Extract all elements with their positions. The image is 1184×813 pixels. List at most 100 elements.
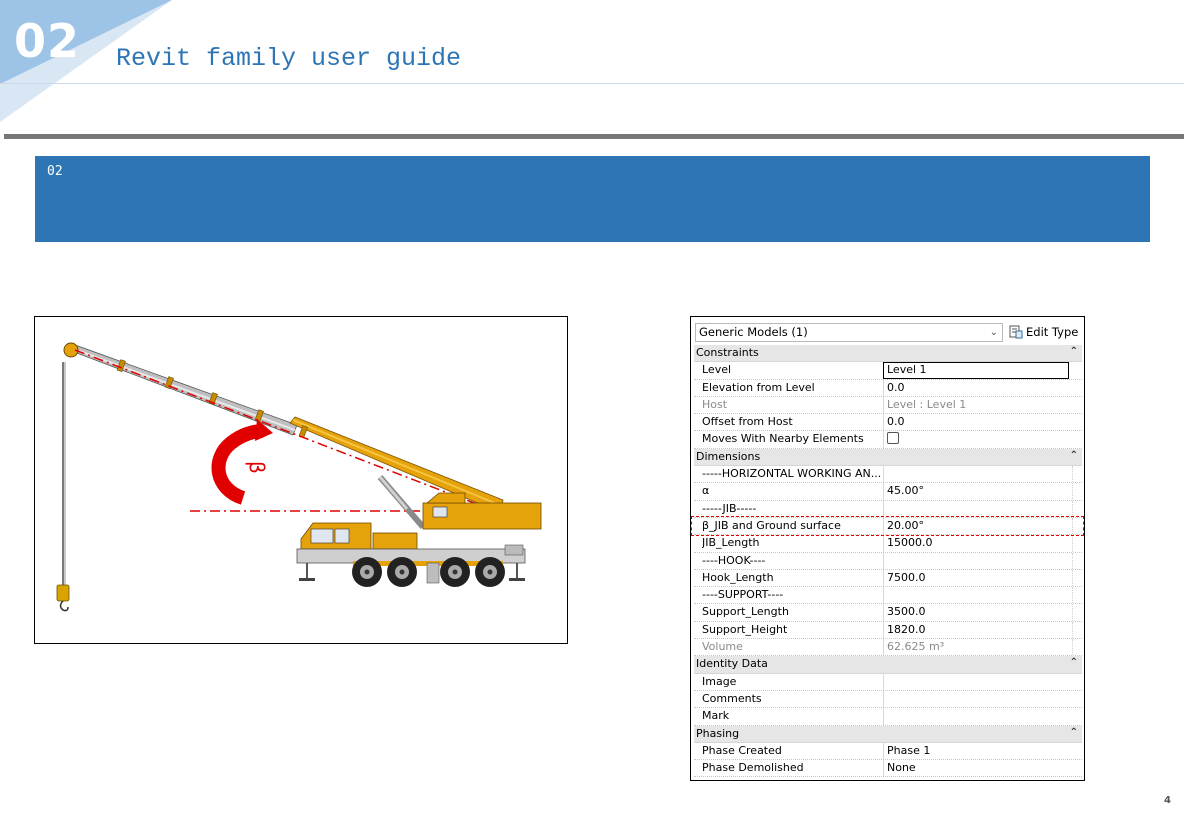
property-name: Comments (702, 691, 762, 705)
associate-parameter-button[interactable] (1072, 587, 1080, 604)
page-title: Revit family user guide (116, 44, 462, 73)
type-selector-value: Generic Models (1) (699, 325, 808, 339)
property-name: α (702, 484, 710, 498)
property-name: Elevation from Level (702, 380, 815, 394)
property-name: β_JIB and Ground surface (702, 518, 841, 532)
property-row-jib-length[interactable]: JIB_Length 15000.0 (694, 535, 1082, 553)
associate-parameter-button[interactable] (1072, 621, 1080, 639)
collapse-icon[interactable]: ⌃ (1070, 346, 1078, 357)
property-row-image[interactable]: Image (694, 673, 1082, 691)
property-name: Hook_Length (702, 570, 774, 584)
edit-type-label: Edit Type (1026, 325, 1079, 339)
property-name: Support_Height (702, 622, 788, 636)
associate-parameter-button[interactable] (1072, 639, 1080, 656)
property-row-comments[interactable]: Comments (694, 690, 1082, 709)
property-name: Mark (702, 709, 730, 723)
property-name: Level (702, 363, 732, 377)
property-value[interactable]: 20.00° (883, 517, 1069, 535)
property-value[interactable]: 0.0 (883, 379, 1069, 396)
property-row-host: Host Level : Level 1 (694, 396, 1082, 415)
header-divider (0, 83, 1184, 84)
property-row-phase-created[interactable]: Phase Created Phase 1 (694, 742, 1082, 761)
property-value[interactable]: 7500.0 (883, 569, 1069, 587)
property-row-jib-separator[interactable]: -----JIB----- (694, 500, 1082, 518)
associate-parameter-button[interactable] (1072, 604, 1080, 621)
property-row-alpha[interactable]: α 45.00° (694, 483, 1082, 501)
group-constraints[interactable]: Constraints ⌃ (694, 345, 1082, 363)
property-name: JIB_Length (702, 536, 760, 550)
property-value (883, 431, 1069, 448)
mobile-crane-illustration: β (56, 342, 542, 612)
property-value[interactable] (883, 466, 1069, 483)
edit-type-button[interactable]: Edit Type (1009, 323, 1079, 342)
associate-parameter-button[interactable] (1072, 483, 1080, 500)
property-value[interactable]: 3500.0 (883, 604, 1069, 621)
property-row-phase-demolished[interactable]: Phase Demolished None (694, 760, 1082, 778)
property-name: Support_Length (702, 605, 789, 619)
section-banner: 02 (35, 156, 1150, 242)
property-value: 62.625 m³ (883, 639, 1069, 656)
property-row-hook-separator[interactable]: ----HOOK---- (694, 552, 1082, 570)
property-value[interactable]: Phase 1 (883, 742, 1069, 760)
property-value[interactable] (883, 500, 1069, 517)
associate-parameter-button[interactable] (1072, 535, 1080, 552)
group-label: Phasing (696, 726, 740, 740)
property-row-elevation[interactable]: Elevation from Level 0.0 (694, 379, 1082, 397)
property-name: Image (702, 674, 737, 688)
property-row-support-height[interactable]: Support_Height 1820.0 (694, 621, 1082, 640)
property-row-horizontal-working-angle[interactable]: -----HORIZONTAL WORKING AN... (694, 466, 1082, 484)
header-rule (4, 134, 1184, 139)
property-value-input[interactable]: Level 1 (883, 362, 1069, 379)
associate-parameter-button[interactable] (1072, 569, 1080, 587)
property-name: ----SUPPORT---- (702, 588, 784, 602)
property-name: Volume (702, 640, 743, 654)
property-row-support-separator[interactable]: ----SUPPORT---- (694, 587, 1082, 605)
property-row-mark[interactable]: Mark (694, 708, 1082, 726)
group-identity-data[interactable]: Identity Data ⌃ (694, 656, 1082, 674)
type-selector[interactable]: Generic Models (1) ⌄ (695, 323, 1003, 342)
property-value: Level : Level 1 (883, 396, 1069, 414)
property-name: ----HOOK---- (702, 553, 766, 567)
properties-palette: Generic Models (1) ⌄ Edit Type Constrain… (690, 316, 1085, 781)
property-value[interactable]: None (883, 760, 1069, 777)
property-name: Offset from Host (702, 415, 793, 429)
property-row-offset[interactable]: Offset from Host 0.0 (694, 414, 1082, 432)
collapse-icon[interactable]: ⌃ (1070, 727, 1078, 738)
group-dimensions[interactable]: Dimensions ⌃ (694, 448, 1082, 467)
collapse-icon[interactable]: ⌃ (1070, 657, 1078, 668)
collapse-icon[interactable]: ⌃ (1070, 450, 1078, 461)
section-number: 02 (14, 14, 81, 68)
property-row-moves-with-nearby[interactable]: Moves With Nearby Elements (694, 431, 1082, 449)
property-value[interactable] (883, 673, 1069, 690)
property-value[interactable]: 0.0 (883, 414, 1069, 431)
group-label: Identity Data (696, 657, 768, 671)
banner-label: 02 (47, 164, 63, 179)
property-value[interactable] (883, 587, 1069, 604)
edit-type-icon (1009, 325, 1023, 339)
property-row-volume: Volume 62.625 m³ (694, 639, 1082, 657)
property-name: -----HORIZONTAL WORKING AN... (702, 467, 882, 481)
moves-with-nearby-checkbox[interactable] (887, 432, 899, 445)
property-row-hook-length[interactable]: Hook_Length 7500.0 (694, 569, 1082, 588)
property-value[interactable]: 15000.0 (883, 535, 1069, 552)
property-value[interactable] (883, 708, 1069, 725)
crane-figure: β (34, 316, 568, 644)
property-value[interactable] (883, 552, 1069, 569)
property-name: Moves With Nearby Elements (702, 432, 864, 446)
property-row-support-length[interactable]: Support_Length 3500.0 (694, 604, 1082, 622)
properties-grid: Constraints ⌃ Level Level 1 Elevation fr… (694, 345, 1082, 778)
property-value[interactable]: 45.00° (883, 483, 1069, 500)
chevron-down-icon: ⌄ (989, 327, 998, 338)
group-phasing[interactable]: Phasing ⌃ (694, 725, 1082, 743)
property-value[interactable] (883, 690, 1069, 708)
property-value[interactable]: 1820.0 (883, 621, 1069, 639)
property-row-level[interactable]: Level Level 1 (694, 362, 1082, 380)
property-name: Phase Demolished (702, 761, 804, 775)
associate-parameter-button[interactable] (1072, 500, 1080, 517)
associate-parameter-button[interactable] (1072, 552, 1080, 569)
associate-parameter-button[interactable] (1072, 517, 1080, 535)
property-name: Host (702, 397, 728, 411)
group-label: Dimensions (696, 449, 761, 463)
property-row-beta-jib-ground[interactable]: β_JIB and Ground surface 20.00° (694, 517, 1082, 536)
associate-parameter-button[interactable] (1072, 466, 1080, 483)
